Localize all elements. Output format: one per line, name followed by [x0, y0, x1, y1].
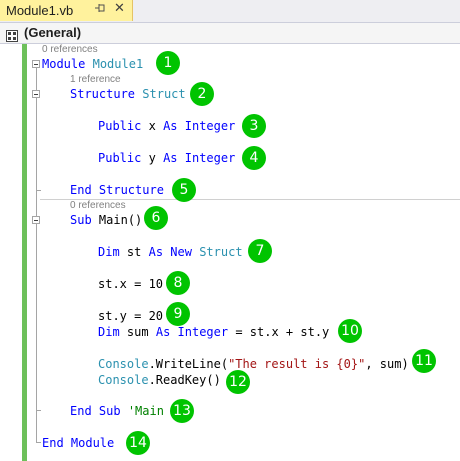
keyword: Structure	[70, 87, 136, 101]
identifier: y	[148, 151, 156, 165]
codelens-references-main[interactable]: 0 references	[70, 200, 126, 211]
keyword: As New	[148, 245, 192, 259]
keyword: Dim	[98, 325, 120, 339]
annotation-badge-2: 2	[190, 82, 214, 106]
identifier: sum	[126, 325, 149, 339]
string-literal: "The result is {0}"	[228, 357, 366, 371]
annotation-badge-1: 1	[156, 51, 180, 75]
annotation-badge-9: 9	[166, 302, 190, 326]
code-line-dim-sum[interactable]: Dim sum As Integer = st.x + st.y	[98, 325, 329, 339]
identifier: Main()	[98, 213, 143, 227]
outline-guide-structure	[36, 100, 37, 190]
collapse-module-icon[interactable]	[32, 60, 40, 68]
document-tab-strip: Module1.vb ✕	[0, 0, 460, 23]
code-editor-window: Module1.vb ✕ (General) 0 references 1 re…	[0, 0, 460, 461]
annotation-badge-6: 6	[144, 206, 168, 230]
type-name: Console	[98, 373, 149, 387]
type-name: Struct	[199, 245, 243, 259]
keyword: End Sub	[70, 404, 121, 418]
class-grid-icon	[6, 27, 18, 42]
expression: = st.x + st.y	[235, 325, 330, 339]
code-line-end-sub[interactable]: End Sub 'Main	[70, 404, 164, 418]
keyword: Integer	[177, 325, 229, 339]
code-line-readkey[interactable]: Console.ReadKey()	[98, 373, 221, 387]
keyword: As	[155, 325, 171, 339]
tab-title: Module1.vb	[6, 3, 74, 18]
annotation-badge-7: 7	[248, 239, 272, 263]
type-name: Console	[98, 357, 149, 371]
annotation-badge-3: 3	[242, 114, 266, 138]
code-line-dim-st[interactable]: Dim st As New Struct	[98, 245, 243, 259]
indicator-margin	[0, 44, 20, 461]
keyword: As	[163, 119, 178, 133]
code-line-assign-x[interactable]: st.x = 10	[98, 277, 163, 291]
code-line-sub-main[interactable]: Sub Main()	[70, 213, 142, 227]
keyword: As	[163, 151, 178, 165]
method-call: .WriteLine(	[148, 357, 229, 371]
code-line-field-y[interactable]: Public y As Integer	[98, 151, 235, 165]
code-line-assign-y[interactable]: st.y = 20	[98, 309, 163, 323]
outline-end-structure	[36, 190, 41, 191]
keyword: Public	[98, 119, 142, 133]
collapse-structure-icon[interactable]	[32, 90, 40, 98]
keyword: Dim	[98, 245, 120, 259]
codelens-references-module[interactable]: 0 references	[42, 44, 98, 55]
keyword: Module	[42, 57, 86, 71]
annotation-badge-14: 14	[126, 431, 150, 455]
close-icon[interactable]: ✕	[114, 1, 125, 16]
comment: 'Main	[127, 404, 164, 418]
keyword: Integer	[184, 119, 236, 133]
outline-guide-main	[36, 224, 37, 410]
code-line-end-structure[interactable]: End Structure	[70, 183, 164, 197]
outline-end-module	[36, 442, 41, 443]
change-tracking-bar	[22, 44, 27, 461]
code-line-field-x[interactable]: Public x As Integer	[98, 119, 235, 133]
code-line-module[interactable]: Module Module1	[42, 57, 143, 71]
annotation-badge-8: 8	[166, 271, 190, 295]
collapse-main-icon[interactable]	[32, 216, 40, 224]
code-line-writeline[interactable]: Console.WriteLine("The result is {0}", s…	[98, 357, 409, 371]
type-member-dropdown[interactable]: (General)	[0, 23, 460, 43]
annotation-badge-4: 4	[242, 146, 266, 170]
code-editor[interactable]: 0 references 1 reference 0 references Mo…	[0, 44, 460, 461]
keyword: Public	[98, 151, 142, 165]
identifier: x	[148, 119, 156, 133]
tab-module1-vb[interactable]: Module1.vb ✕	[0, 0, 133, 21]
annotation-badge-12: 12	[226, 370, 250, 394]
annotation-badge-13: 13	[170, 399, 194, 423]
method-call: .ReadKey()	[148, 373, 221, 387]
keyword: Integer	[184, 151, 236, 165]
keyword: Sub	[70, 213, 92, 227]
type-name: Module1	[92, 57, 144, 71]
annotation-badge-11: 11	[412, 349, 436, 373]
type-name: Struct	[142, 87, 186, 101]
dropdown-selected-value: (General)	[24, 25, 82, 40]
annotation-badge-10: 10	[338, 319, 362, 343]
code-line-end-module[interactable]: End Module	[42, 436, 114, 450]
outline-end-main	[36, 410, 41, 411]
navigation-bar: (General)	[0, 23, 460, 44]
annotation-badge-5: 5	[172, 178, 196, 202]
pin-icon[interactable]	[94, 2, 106, 17]
arguments: , sum)	[365, 357, 409, 371]
code-line-structure[interactable]: Structure Struct	[70, 87, 186, 101]
codelens-references-structure[interactable]: 1 reference	[70, 74, 121, 85]
identifier: st	[126, 245, 142, 259]
